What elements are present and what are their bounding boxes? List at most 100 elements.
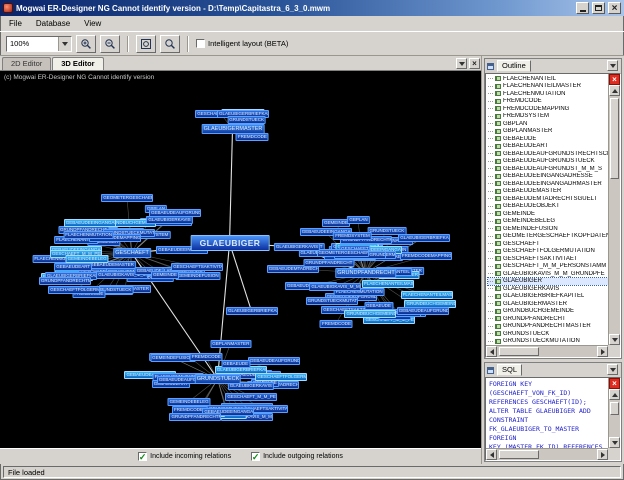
outline-item-gebaeudemaster[interactable]: GEBAEUDEMASTER	[488, 188, 608, 196]
outline-item-glaeubigermaster[interactable]: GLAEUBIGERMASTER	[488, 300, 608, 308]
outline-item-grundstueck[interactable]: GRUNDSTUECK	[488, 330, 608, 338]
outline-item-grundpfandrecht[interactable]: GRUNDPFANDRECHT	[488, 315, 608, 323]
minimize-button[interactable]	[576, 2, 589, 14]
outline-item-flaechenanteil[interactable]: FLAECHENANTEIL	[488, 75, 608, 83]
menu-database[interactable]: Database	[29, 17, 77, 30]
entity-node[interactable]: FREMDCODE	[319, 320, 353, 329]
entity-node[interactable]: GRUNDPFANDRECHTMASTER	[38, 277, 91, 286]
maximize-button[interactable]	[592, 2, 605, 14]
entity-node[interactable]: GESCHAEFT_M_M_PERSONSTAMM	[225, 392, 278, 401]
entity-node[interactable]: GRUNDSTUECK	[367, 227, 407, 236]
outline-item-gebaeudemtadrechtsguelt[interactable]: GEBAEUDEMTADRECHTSGUELT	[488, 195, 608, 203]
tab-2d-editor[interactable]: 2D Editor	[2, 57, 52, 70]
outline-item-gebaeudeeingangadresse[interactable]: GEBAEUDEEINGANGADRESSE	[488, 173, 608, 181]
close-button[interactable]	[608, 2, 621, 14]
menu-file[interactable]: File	[2, 17, 29, 30]
title-bar[interactable]: Mogwai ER-Designer NG Cannot identify ve…	[0, 0, 624, 16]
outline-item-geometergeschaeftkopfdaten[interactable]: GEOMETERGESCHAEFTKOPFDATEN	[488, 233, 608, 241]
entity-node[interactable]: GRUNDPFANDRECHT	[303, 259, 355, 268]
entity-node[interactable]: GESCHAEFTFOLGERMUTATION	[255, 372, 308, 381]
entity-node[interactable]: GRUNDSTUECKMUTATION	[305, 297, 358, 306]
outline-item-gebaeudeobjekt[interactable]: GEBAEUDEOBJEKT	[488, 203, 608, 211]
outline-item-glaeubigerbriefkapitel[interactable]: GLAEUBIGERBRIEFKAPITEL	[488, 293, 608, 301]
entity-node[interactable]: GRUNDSTUECK	[227, 115, 266, 124]
outline-item-gebaeudeaufgrundstrechtsch[interactable]: GEBAEUDEAUFGRUNDSTRECHTSCH	[488, 150, 608, 158]
sql-menu-button[interactable]	[607, 364, 618, 375]
sql-close-button[interactable]	[609, 378, 620, 389]
entity-node[interactable]: FREMDSYSTEM	[333, 231, 372, 240]
outline-item-gbplan[interactable]: GBPLAN	[488, 120, 608, 128]
entity-node[interactable]: GLAEUBIGERMASTER	[201, 124, 265, 134]
entity-node[interactable]: GEMEINDE	[321, 218, 350, 227]
outline-item-geschaeftsaktivitaet[interactable]: GESCHAEFTSAKTIVITAET	[488, 255, 608, 263]
entity-node[interactable]: GRUNDPFANDRECHT	[335, 268, 397, 278]
outline-item-geschaeft_m_m_personstamm[interactable]: GESCHAEFT_M_M_PERSONSTAMM	[488, 263, 608, 271]
entity-node[interactable]: GEOMETERGESCHAEFTKOPFDATEN	[101, 193, 154, 202]
scroll-track[interactable]	[497, 346, 597, 357]
zoom-out-button[interactable]	[100, 34, 120, 53]
scroll-track[interactable]	[609, 400, 620, 437]
panel-close-button[interactable]	[469, 58, 480, 69]
outline-close-button[interactable]	[609, 74, 620, 85]
outline-item-geschaeft[interactable]: GESCHAEFT	[488, 240, 608, 248]
outline-panel-title[interactable]: Outline	[497, 60, 531, 72]
scrollbar-thumb[interactable]	[610, 98, 619, 179]
outline-item-glaeubigkavis_m_m_grundpfe[interactable]: GLAEUBIGKAVIS_M_M_GRUNDPFE	[488, 270, 608, 278]
zoom-original-button[interactable]	[160, 34, 180, 53]
scroll-track[interactable]	[497, 449, 597, 460]
sql-vertical-scrollbar[interactable]	[608, 378, 620, 448]
entity-node[interactable]: FLAECHENMUTATION	[63, 231, 115, 240]
outline-panel-header[interactable]: Outline	[485, 59, 621, 73]
outline-item-gemeindefusion[interactable]: GEMEINDEFUSION	[488, 225, 608, 233]
scroll-left-button[interactable]	[486, 346, 497, 357]
incoming-relations-checkbox[interactable]: Include incoming relations	[138, 452, 231, 461]
outline-item-geschaeftfolgermutation[interactable]: GESCHAEFTFOLGERMUTATION	[488, 248, 608, 256]
outline-item-gemeindebeleg[interactable]: GEMEINDEBELEG	[488, 218, 608, 226]
sql-panel-header[interactable]: SQL	[485, 363, 621, 377]
entity-node[interactable]: GEMEINDEFUSION	[175, 272, 221, 281]
outline-menu-button[interactable]	[607, 60, 618, 71]
sql-panel-title[interactable]: SQL	[497, 364, 523, 376]
entity-node[interactable]: GEMEINDEBELEG	[65, 255, 109, 264]
zoom-in-button[interactable]	[76, 34, 96, 53]
entity-node[interactable]: GLAEUBIGERKAVIS	[146, 215, 193, 224]
3d-graph-canvas[interactable]: GEBAEUDEEINGANGADRESSEGEMEINDEGESCHAEFTF…	[0, 71, 481, 448]
scroll-down-button[interactable]	[609, 437, 620, 448]
entity-node[interactable]: GLAEUBIGERBRIEFKAPITEL	[226, 307, 278, 315]
outline-item-flaechenmutation[interactable]: FLAECHENMUTATION	[488, 90, 608, 98]
entity-node[interactable]: GBPLAN	[347, 216, 370, 225]
scroll-up-button[interactable]	[609, 389, 620, 400]
scroll-down-button[interactable]	[609, 334, 620, 345]
outline-item-fremdsystem[interactable]: FREMDSYSTEM	[488, 113, 608, 121]
outline-item-flaechenanteilmaster[interactable]: FLAECHENANTEILMASTER	[488, 83, 608, 91]
entity-node[interactable]: GEBAEUDEAUFGRUNDSTRECHTSCH	[247, 356, 300, 365]
chevron-down-icon[interactable]	[58, 36, 71, 51]
entity-node[interactable]: GLAEUBIGERKAVIS	[273, 243, 321, 251]
entity-node[interactable]: GEBAEUDE	[221, 360, 251, 369]
outline-item-glaeubiger[interactable]: GLAEUBIGER	[487, 276, 608, 286]
scrollbar-thumb[interactable]	[499, 347, 539, 356]
entity-node[interactable]: GEBAEUDEAUFGRUNDSTRECHTSCH	[396, 306, 449, 315]
entity-node[interactable]: GLAEUBIGER	[190, 235, 270, 251]
scrollbar-thumb[interactable]	[610, 402, 619, 415]
entity-node[interactable]: FREMDCODE	[189, 353, 223, 362]
outline-item-gebaeudeeingangadrmaster[interactable]: GEBAEUDEEINGANGADRMASTER	[488, 180, 608, 188]
outline-item-glaeubigerkavis[interactable]: GLAEUBIGERKAVIS	[488, 285, 608, 293]
entity-node[interactable]: GEBAEUDEART	[54, 263, 93, 272]
entity-node[interactable]: GRUNDSTUECK	[194, 374, 242, 384]
entity-node[interactable]: GEBAEUDEEINGANGADRESSE	[63, 218, 116, 227]
outline-item-gemeinde[interactable]: GEMEINDE	[488, 210, 608, 218]
outline-item-gebaeude[interactable]: GEBAEUDE	[488, 135, 608, 143]
outline-item-gebaeudeaufgrundst_m_m_s[interactable]: GEBAEUDEAUFGRUNDST_M_M_S	[488, 165, 608, 173]
intelligent-layout-checkbox[interactable]: Intelligent layout (BETA)	[196, 39, 288, 48]
outline-vertical-scrollbar[interactable]	[608, 74, 620, 345]
outline-item-gebaeudeaufgrundstueck[interactable]: GEBAEUDEAUFGRUNDSTUECK	[488, 158, 608, 166]
entity-node[interactable]: GESCHAEFT	[113, 248, 151, 258]
scroll-track[interactable]	[609, 96, 620, 334]
outgoing-relations-checkbox[interactable]: Include outgoing relations	[251, 452, 343, 461]
entity-node[interactable]: FLAECHENANTEILMASTER	[400, 291, 453, 300]
entity-node[interactable]: FLAECHENANTEILMASTER	[362, 280, 415, 289]
entity-node[interactable]: GBPLANMASTER	[210, 339, 252, 348]
zoom-select[interactable]: 100%	[6, 35, 72, 52]
entity-node[interactable]: GEMEINDE	[151, 271, 180, 280]
